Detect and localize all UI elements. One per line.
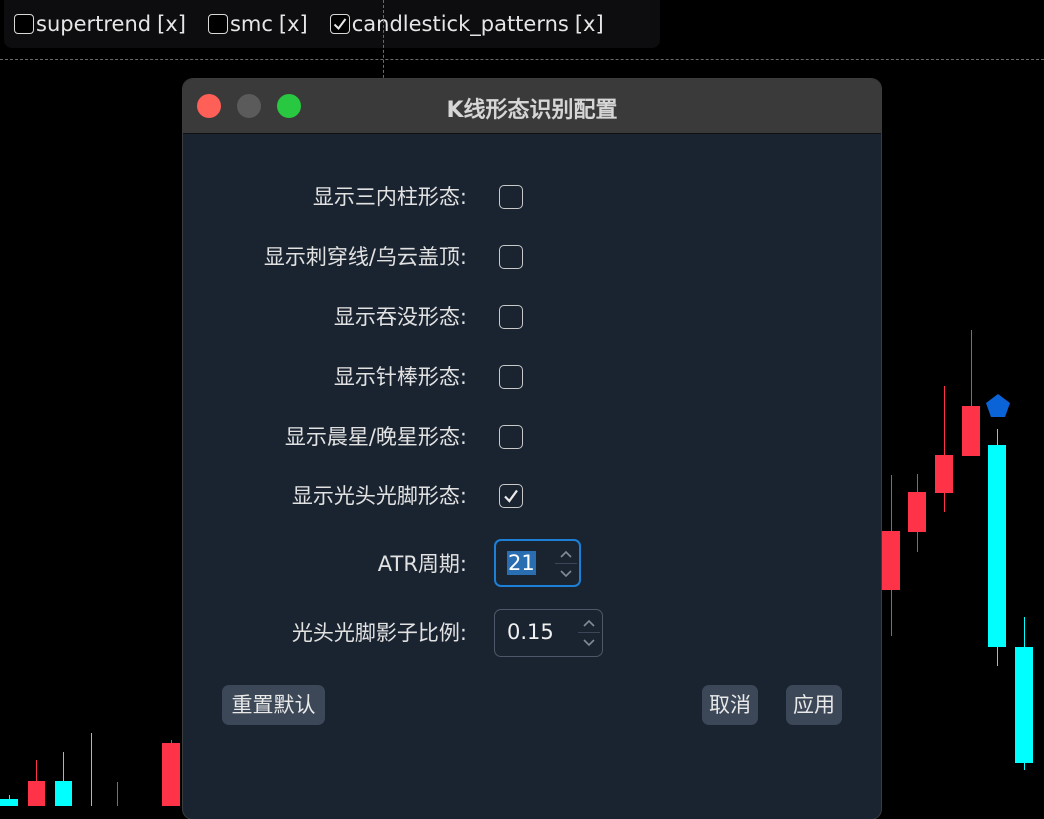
checkmark-icon [504, 489, 518, 503]
option-label: 显示刺穿线/乌云盖顶: [263, 245, 467, 269]
indicator-supertrend[interactable]: supertrend [x] [14, 12, 186, 36]
pin-bar-checkbox[interactable] [499, 365, 523, 389]
indicator-checkbox[interactable] [14, 14, 34, 34]
atr-period-label: ATR周期: [377, 552, 467, 576]
chevron-up-icon [560, 550, 572, 558]
piercing-darkcloud-checkbox[interactable] [499, 245, 523, 269]
atr-period-spinbox[interactable]: 21 [494, 539, 581, 587]
candle-body [28, 781, 45, 806]
increment-button[interactable] [555, 544, 577, 563]
indicator-checkbox[interactable] [329, 14, 350, 34]
option-row-piercing-darkcloud: 显示刺穿线/乌云盖顶: [183, 237, 881, 277]
candle-body [162, 743, 180, 806]
candle-body [0, 799, 18, 806]
spin-arrows [578, 613, 600, 651]
shadow-ratio-value[interactable]: 0.15 [507, 620, 554, 644]
candle-body [988, 445, 1006, 647]
indicator-checkbox[interactable] [207, 14, 228, 34]
apply-button[interactable]: 应用 [786, 685, 842, 725]
option-row-morning-evening-star: 显示晨星/晚星形态: [183, 417, 881, 457]
option-row-three-inside: 显示三内柱形态: [183, 177, 881, 217]
reset-defaults-button[interactable]: 重置默认 [222, 685, 325, 725]
pattern-marker-icon [986, 394, 1010, 417]
candle-wick [944, 386, 945, 512]
option-row-engulfing: 显示吞没形态: [183, 297, 881, 337]
three-inside-checkbox[interactable] [499, 185, 523, 209]
option-label: 显示针棒形态: [333, 365, 467, 389]
shadow-ratio-label: 光头光脚影子比例: [291, 621, 467, 645]
crosshair-horizontal [0, 59, 1044, 60]
candle-body [908, 492, 926, 532]
chevron-down-icon [560, 569, 572, 577]
indicator-label: smc [229, 12, 273, 36]
atr-period-value[interactable]: 21 [507, 551, 536, 575]
indicator-remove-button[interactable]: [x] [279, 12, 308, 36]
dialog-title: K线形态识别配置 [446, 98, 618, 123]
spin-arrows [555, 544, 577, 582]
indicator-toolbar: supertrend [x] smc [x] candlestick_patte… [4, 0, 660, 48]
candle-body [1015, 647, 1033, 763]
option-label: 显示吞没形态: [333, 305, 467, 329]
indicator-remove-button[interactable]: [x] [157, 12, 186, 36]
decrement-button[interactable] [578, 632, 600, 652]
shadow-ratio-spinbox[interactable]: 0.15 [494, 609, 603, 657]
indicator-remove-button[interactable]: [x] [575, 12, 604, 36]
candle-wick [91, 733, 92, 806]
increment-button[interactable] [578, 613, 600, 632]
indicator-smc[interactable]: smc [x] [207, 12, 308, 36]
indicator-candlestick-patterns[interactable]: candlestick_patterns [x] [329, 12, 604, 36]
morning-evening-star-checkbox[interactable] [499, 425, 523, 449]
indicator-label: candlestick_patterns [351, 12, 569, 36]
candle-body [55, 781, 72, 806]
engulfing-checkbox[interactable] [499, 305, 523, 329]
option-label: 显示三内柱形态: [312, 185, 467, 209]
option-row-pin-bar: 显示针棒形态: [183, 357, 881, 397]
chevron-down-icon [583, 638, 595, 646]
option-row-marubozu: 显示光头光脚形态: [183, 476, 881, 516]
indicator-label: supertrend [36, 12, 152, 36]
checkmark-icon [333, 18, 347, 31]
candle-body [935, 455, 953, 493]
option-label: 显示光头光脚形态: [291, 484, 467, 508]
marubozu-checkbox[interactable] [499, 484, 523, 508]
decrement-button[interactable] [555, 563, 577, 583]
dialog-titlebar[interactable]: K线形态识别配置 [183, 79, 881, 134]
candle-body [962, 406, 980, 456]
chevron-up-icon [583, 619, 595, 627]
candle-body [882, 531, 900, 590]
pattern-config-dialog: K线形态识别配置 显示三内柱形态: 显示刺穿线/乌云盖顶: 显示吞没形态: 显示… [183, 79, 881, 819]
option-label: 显示晨星/晚星形态: [284, 425, 467, 449]
cancel-button[interactable]: 取消 [702, 685, 758, 725]
candle-wick [117, 782, 118, 806]
